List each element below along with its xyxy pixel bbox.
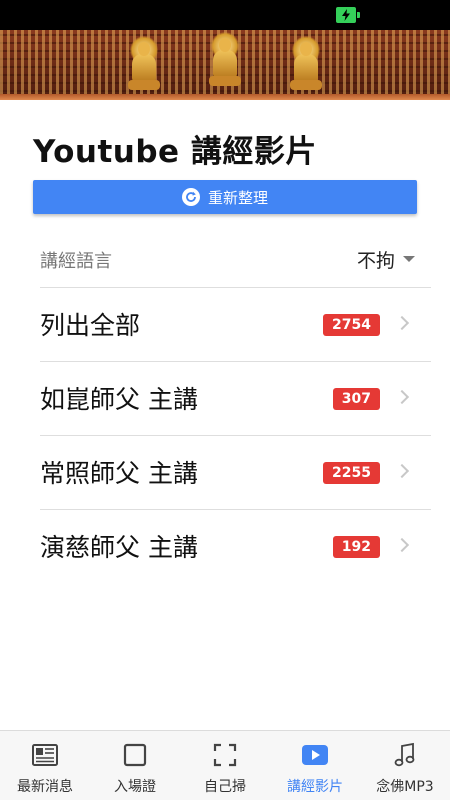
- nav-label: 自己掃: [204, 779, 246, 795]
- chevron-right-icon: [394, 315, 410, 331]
- list-item-label: 演慈師父 主講: [40, 533, 198, 562]
- buddha-statue-right: [288, 36, 324, 94]
- count-badge: 2255: [323, 462, 380, 484]
- buddha-statue-left: [126, 36, 162, 94]
- list-item-speaker[interactable]: 演慈師父 主講 192: [40, 509, 431, 583]
- newspaper-icon: [31, 741, 59, 769]
- battery-charging-icon: [336, 7, 360, 23]
- chevron-right-icon: [394, 537, 410, 553]
- list-item-speaker[interactable]: 常照師父 主講 2255: [40, 435, 431, 509]
- nav-label: 念佛MP3: [376, 779, 434, 795]
- square-icon: [121, 741, 149, 769]
- status-bar: [0, 0, 450, 30]
- play-video-icon: [301, 741, 329, 769]
- language-filter-row: 講經語言 不拘: [40, 245, 415, 273]
- refresh-button[interactable]: 重新整理: [33, 180, 417, 214]
- refresh-icon: [181, 188, 200, 206]
- language-select-value: 不拘: [356, 249, 395, 272]
- refresh-label: 重新整理: [207, 188, 268, 207]
- nav-label: 入場證: [114, 779, 156, 795]
- nav-label: 講經影片: [287, 779, 343, 795]
- nav-item-entry-pass[interactable]: 入場證: [90, 731, 180, 800]
- list-item-all[interactable]: 列出全部 2754: [40, 287, 431, 361]
- nav-item-self-scan[interactable]: 自己掃: [180, 731, 270, 800]
- list-item-label: 如崑師父 主講: [40, 385, 198, 414]
- list-item-label: 常照師父 主講: [40, 459, 198, 488]
- list-item-label: 列出全部: [40, 311, 141, 340]
- count-badge: 192: [332, 536, 380, 558]
- language-select[interactable]: 不拘: [357, 245, 415, 273]
- buddha-statue-center: [207, 32, 243, 90]
- nav-item-chanting-mp3[interactable]: 念佛MP3: [360, 731, 450, 800]
- language-filter-label: 講經語言: [40, 251, 112, 272]
- speaker-list: 列出全部 2754 如崑師父 主講 307 常照師父 主講 2255 演慈師父 …: [40, 287, 431, 583]
- count-badge: 307: [332, 388, 380, 410]
- bottom-navigation: 最新消息 入場證 自己掃 講經影片 念佛MP3: [0, 730, 450, 800]
- temple-banner-image: [0, 30, 450, 100]
- chevron-right-icon: [394, 463, 410, 479]
- scan-frame-icon: [211, 741, 239, 769]
- list-item-speaker[interactable]: 如崑師父 主講 307: [40, 361, 431, 435]
- nav-item-news[interactable]: 最新消息: [0, 731, 90, 800]
- nav-item-lecture-videos[interactable]: 講經影片: [270, 731, 360, 800]
- count-badge: 2754: [323, 314, 380, 336]
- nav-label: 最新消息: [17, 779, 73, 795]
- chevron-right-icon: [394, 389, 410, 405]
- page-title: Youtube 講經影片: [33, 134, 317, 170]
- music-note-icon: [391, 741, 419, 769]
- dropdown-caret-icon: [403, 256, 415, 262]
